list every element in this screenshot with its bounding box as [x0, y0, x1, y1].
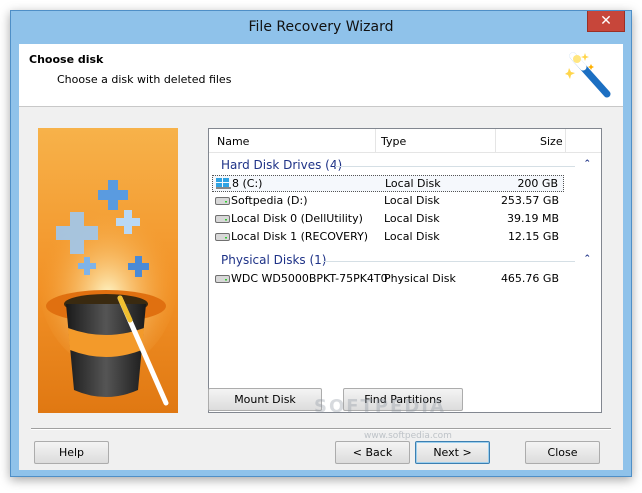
group-divider [323, 261, 575, 262]
disk-row[interactable]: Local Disk 1 (RECOVERY) Local Disk 12.15… [212, 229, 564, 246]
watermark: SOFTPEDIA [314, 396, 446, 417]
disk-name: Local Disk 0 (DellUtility) [231, 212, 363, 225]
disk-row[interactable]: WDC WD5000BPKT-75PK4T0 Physical Disk 465… [212, 271, 564, 288]
hard-drive-icon [215, 275, 230, 283]
disk-size: 200 GB [517, 177, 558, 190]
next-button[interactable]: Next > [415, 441, 490, 464]
step-title: Choose disk [29, 53, 104, 66]
column-type[interactable]: Type [381, 135, 406, 148]
wizard-header: Choose disk Choose a disk with deleted f… [19, 44, 623, 107]
close-window-button[interactable]: ✕ [587, 11, 625, 32]
group-divider [335, 166, 575, 167]
magic-wand-icon [565, 52, 611, 98]
column-header: Name Type Size [209, 129, 601, 153]
footer-divider [31, 428, 611, 430]
hard-drive-icon [215, 197, 230, 205]
window-title: File Recovery Wizard [248, 19, 394, 35]
disk-type: Physical Disk [384, 272, 456, 285]
disk-type: Local Disk [384, 212, 440, 225]
collapse-hard-disks-icon[interactable]: ⌃ [583, 159, 591, 169]
wizard-window: File Recovery Wizard ✕ Choose disk Choos… [10, 10, 632, 477]
back-button[interactable]: < Back [335, 441, 410, 464]
disk-name: WDC WD5000BPKT-75PK4T0 [231, 272, 388, 285]
watermark-url: www.softpedia.com [364, 431, 452, 441]
disk-name: Softpedia (D:) [231, 194, 308, 207]
step-subtitle: Choose a disk with deleted files [57, 73, 232, 86]
hard-drive-icon [215, 233, 230, 241]
disk-row[interactable]: Softpedia (D:) Local Disk 253.57 GB [212, 193, 564, 210]
collapse-physical-disks-icon[interactable]: ⌃ [583, 254, 591, 264]
disk-list[interactable]: Name Type Size Hard Disk Drives (4) ⌃ 8 … [208, 128, 602, 413]
close-button[interactable]: Close [525, 441, 600, 464]
disk-size: 465.76 GB [500, 272, 559, 285]
disk-size: 39.19 MB [506, 212, 559, 225]
column-size[interactable]: Size [540, 135, 563, 148]
mount-disk-button[interactable]: Mount Disk [208, 388, 322, 411]
disk-size: 253.57 GB [500, 194, 559, 207]
disk-row[interactable]: 8 (C:) Local Disk 200 GB [212, 175, 564, 192]
disk-row[interactable]: Local Disk 0 (DellUtility) Local Disk 39… [212, 211, 564, 228]
windows-drive-icon [216, 178, 231, 189]
group-header-hard-disks[interactable]: Hard Disk Drives (4) [221, 158, 342, 172]
disk-type: Local Disk [385, 177, 441, 190]
column-name[interactable]: Name [217, 135, 249, 148]
magic-hat-illustration [38, 128, 178, 413]
disk-type: Local Disk [384, 230, 440, 243]
disk-size: 12.15 GB [507, 230, 559, 243]
help-button[interactable]: Help [34, 441, 109, 464]
title-bar[interactable]: File Recovery Wizard ✕ [11, 11, 631, 44]
disk-type: Local Disk [384, 194, 440, 207]
hard-drive-icon [215, 215, 230, 223]
disk-name: 8 (C:) [232, 177, 263, 190]
disk-name: Local Disk 1 (RECOVERY) [231, 230, 369, 243]
group-header-physical-disks[interactable]: Physical Disks (1) [221, 253, 326, 267]
wizard-body: Choose disk Choose a disk with deleted f… [19, 44, 623, 470]
